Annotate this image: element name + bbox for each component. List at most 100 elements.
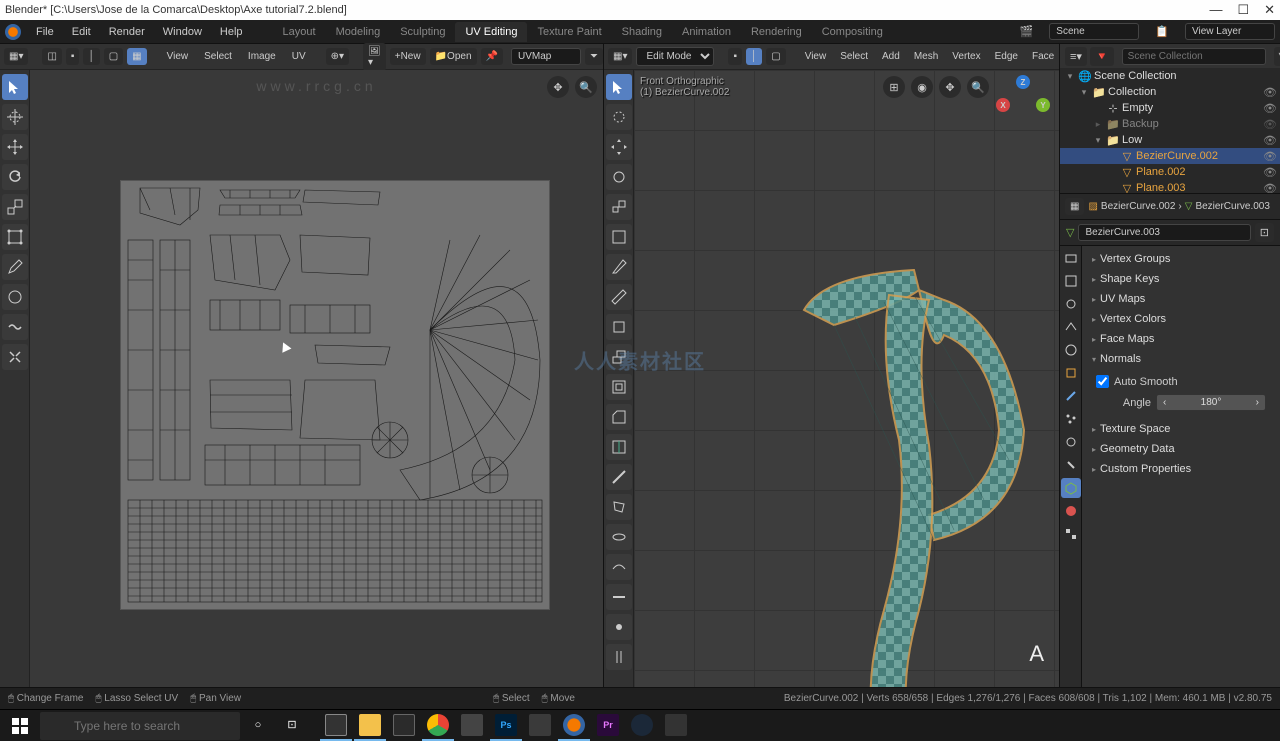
- sel-face[interactable]: ▢: [766, 48, 785, 65]
- tab-viewlayer[interactable]: [1061, 294, 1081, 314]
- taskbar-app-4[interactable]: [524, 711, 556, 741]
- uv-sync-toggle[interactable]: ◫: [42, 48, 61, 65]
- tree-item-plane-002[interactable]: ▽Plane.002👁: [1060, 164, 1280, 180]
- vp-menu-mesh[interactable]: Mesh: [909, 48, 943, 65]
- tool-rotate[interactable]: [2, 164, 28, 190]
- vp-menu-view[interactable]: View: [800, 48, 832, 65]
- tool-spin[interactable]: [606, 524, 632, 550]
- mode-selector[interactable]: Edit Mode: [636, 47, 714, 66]
- panel-face-maps[interactable]: Face Maps: [1086, 330, 1276, 348]
- new-image-button[interactable]: + New: [390, 48, 426, 65]
- tool-scale-3d[interactable]: [606, 194, 632, 220]
- vp-pan[interactable]: ✥: [939, 76, 961, 98]
- tool-annotate[interactable]: [2, 254, 28, 280]
- tool-edge-slide[interactable]: [606, 584, 632, 610]
- uv-pan-icon[interactable]: ✥: [547, 76, 569, 98]
- panel-geometry-data[interactable]: Geometry Data: [1086, 440, 1276, 458]
- visibility-icon[interactable]: 👁: [1263, 102, 1276, 115]
- tool-select-3d[interactable]: [606, 74, 632, 100]
- taskbar-app-5[interactable]: [660, 711, 692, 741]
- taskbar-app-chrome[interactable]: [422, 711, 454, 741]
- tool-add-cube[interactable]: [606, 314, 632, 340]
- panel-shape-keys[interactable]: Shape Keys: [1086, 270, 1276, 288]
- panel-custom-properties[interactable]: Custom Properties: [1086, 460, 1276, 478]
- taskbar-app-3[interactable]: [456, 711, 488, 741]
- uv-sel-edge[interactable]: │: [83, 48, 99, 65]
- tab-physics[interactable]: [1061, 432, 1081, 452]
- vp-menu-face[interactable]: Face: [1027, 48, 1059, 65]
- close-button[interactable]: ✕: [1264, 2, 1275, 18]
- uv-editor-viewport[interactable]: www.rrcg.cn: [0, 70, 603, 687]
- tab-scene[interactable]: [1061, 317, 1081, 337]
- tab-constraints[interactable]: [1061, 455, 1081, 475]
- vp-zoom[interactable]: 🔍: [967, 76, 989, 98]
- tool-extrude[interactable]: [606, 344, 632, 370]
- panel-vertex-colors[interactable]: Vertex Colors: [1086, 310, 1276, 328]
- tool-inset[interactable]: [606, 374, 632, 400]
- open-image-button[interactable]: 📁 Open: [430, 48, 477, 65]
- menu-window[interactable]: Window: [155, 23, 210, 41]
- tab-rendering[interactable]: Rendering: [741, 22, 812, 42]
- tree-item-empty[interactable]: ⊹Empty👁: [1060, 100, 1280, 116]
- visibility-icon[interactable]: 👁: [1263, 86, 1276, 99]
- uv-sel-vert[interactable]: ▪: [66, 48, 80, 65]
- tab-particles[interactable]: [1061, 409, 1081, 429]
- editor-type-selector[interactable]: ▦▾: [4, 48, 28, 65]
- tab-output[interactable]: [1061, 271, 1081, 291]
- tool-grab[interactable]: [2, 284, 28, 310]
- panel-normals[interactable]: Normals: [1086, 350, 1276, 368]
- tab-world[interactable]: [1061, 340, 1081, 360]
- tool-shrink[interactable]: [606, 614, 632, 640]
- taskbar-app-blender[interactable]: [558, 711, 590, 741]
- visibility-icon[interactable]: 👁: [1263, 118, 1276, 131]
- tab-modeling[interactable]: Modeling: [326, 22, 391, 42]
- tree-item-plane-003[interactable]: ▽Plane.003👁: [1060, 180, 1280, 194]
- tool-rotate-3d[interactable]: [606, 164, 632, 190]
- tab-object[interactable]: [1061, 363, 1081, 383]
- tool-scale[interactable]: [2, 194, 28, 220]
- datablock-users[interactable]: ⊡: [1255, 223, 1274, 242]
- visibility-icon[interactable]: 👁: [1263, 166, 1276, 179]
- tool-smooth[interactable]: [606, 554, 632, 580]
- cortana-icon[interactable]: ○: [242, 711, 274, 741]
- tool-cursor-3d[interactable]: [606, 104, 632, 130]
- maximize-button[interactable]: ☐: [1237, 2, 1249, 18]
- uv-canvas[interactable]: www.rrcg.cn: [30, 70, 603, 687]
- menu-file[interactable]: File: [28, 23, 62, 41]
- tab-texture-paint[interactable]: Texture Paint: [527, 22, 611, 42]
- tool-polybuild[interactable]: [606, 494, 632, 520]
- visibility-icon[interactable]: 👁: [1263, 150, 1276, 163]
- tool-move[interactable]: [2, 134, 28, 160]
- editor-type-selector-3d[interactable]: ▦▾: [608, 48, 632, 65]
- visibility-icon[interactable]: 👁: [1263, 134, 1276, 147]
- tool-rip[interactable]: [606, 644, 632, 670]
- tool-cursor[interactable]: [2, 104, 28, 130]
- vp-xray-toggle[interactable]: ◉: [911, 76, 933, 98]
- sel-vert[interactable]: ▪: [728, 48, 742, 65]
- tab-compositing[interactable]: Compositing: [812, 22, 893, 42]
- tool-transform[interactable]: [2, 224, 28, 250]
- viewport-3d-canvas[interactable]: Front Orthographic (1) BezierCurve.002 ⊞…: [634, 70, 1059, 687]
- outliner-filter-toggle[interactable]: ▽: [1274, 47, 1280, 66]
- tool-transform-3d[interactable]: [606, 224, 632, 250]
- props-type[interactable]: ▦: [1065, 198, 1084, 215]
- uv-pivot-selector[interactable]: ⊕▾: [326, 48, 349, 65]
- uv-menu-select[interactable]: Select: [198, 48, 238, 65]
- taskview-icon[interactable]: ⊡: [276, 711, 308, 741]
- taskbar-app-1[interactable]: [320, 711, 352, 741]
- panel-vertex-groups[interactable]: Vertex Groups: [1086, 250, 1276, 268]
- viewport-3d-area[interactable]: Front Orthographic (1) BezierCurve.002 ⊞…: [604, 70, 1059, 687]
- tree-item-beziercurve-002[interactable]: ▽BezierCurve.002👁: [1060, 148, 1280, 164]
- start-button[interactable]: [2, 711, 38, 741]
- uv-zoom-icon[interactable]: 🔍: [575, 76, 597, 98]
- tab-modifiers[interactable]: [1061, 386, 1081, 406]
- datablock-name[interactable]: [1078, 224, 1250, 241]
- tab-render[interactable]: [1061, 248, 1081, 268]
- angle-input[interactable]: ‹180°›: [1156, 394, 1266, 411]
- tool-pinch[interactable]: [2, 344, 28, 370]
- uv-menu-image[interactable]: Image: [242, 48, 282, 65]
- tool-measure[interactable]: [606, 284, 632, 310]
- tree-item-backup[interactable]: ▸📁Backup👁: [1060, 116, 1280, 132]
- vp-overlays-toggle[interactable]: ⊞: [883, 76, 905, 98]
- auto-smooth-checkbox[interactable]: [1096, 375, 1109, 388]
